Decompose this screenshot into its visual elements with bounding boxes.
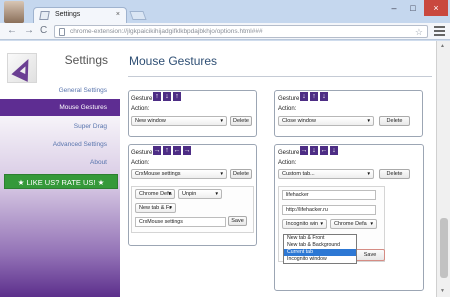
profile-avatar[interactable]: [4, 1, 24, 23]
pin-select[interactable]: Unpin: [178, 189, 222, 199]
scroll-down-icon[interactable]: ▼: [440, 288, 445, 294]
sidebar-item-super-drag[interactable]: Super Drag: [74, 123, 107, 130]
gesture-label: Gesture: [278, 150, 300, 156]
reload-icon[interactable]: C: [40, 25, 47, 37]
arrow-up-icon: ↑: [163, 146, 171, 155]
arrow-down-icon: ↓: [300, 92, 308, 101]
browser-tab-settings[interactable]: Settings ×: [33, 7, 127, 23]
browser-toolbar: ← → C chrome-extension://jlgkpaicikihija…: [0, 23, 450, 40]
custom-action-options: Chrome Defa Unpin New tab & Fr CrxMouse …: [131, 186, 254, 233]
save-button[interactable]: Save: [355, 249, 385, 261]
arrow-right-icon: →: [300, 146, 308, 155]
address-url: chrome-extension://jlgkpaicikihijadgifkl…: [70, 28, 263, 35]
action-label: Action:: [131, 160, 150, 166]
minimize-icon[interactable]: –: [386, 0, 402, 16]
sidebar-item-general-settings[interactable]: General Settings: [59, 87, 107, 94]
extension-page-icon: [39, 11, 50, 20]
tab-position-select[interactable]: New tab & Fr: [135, 203, 176, 213]
dropdown-option-new-tab-background[interactable]: New tab & Background: [284, 242, 356, 249]
dropdown-option-new-tab-front[interactable]: New tab & Front: [284, 235, 356, 242]
sidebar-item-mouse-gestures[interactable]: Mouse Gestures: [0, 99, 120, 116]
crxmouse-logo: [7, 53, 37, 83]
arrow-right-icon: →: [153, 146, 161, 155]
scroll-up-icon[interactable]: ▲: [440, 43, 445, 49]
delete-button[interactable]: Delete: [379, 169, 410, 179]
arrow-down-icon: ↓: [310, 146, 318, 155]
arrow-up-icon: ↑: [173, 92, 181, 101]
page-icon: [59, 28, 65, 36]
dropdown-option-incognito-window[interactable]: Incognito window: [284, 256, 356, 263]
action-select[interactable]: Close window: [278, 116, 374, 126]
chrome-menu-icon[interactable]: [434, 26, 445, 37]
delete-button[interactable]: Delete: [379, 116, 410, 126]
gesture-panel-2: Gesture ↓ ↑ ↓ Action: Close window Delet…: [274, 90, 423, 137]
gesture-panel-4: Gesture → ↓ ← ↓ Action: Custom tab... De…: [274, 144, 424, 291]
action-select[interactable]: Custom tab...: [278, 169, 374, 179]
tab-url-field[interactable]: http://lifehacker.ru: [282, 205, 376, 215]
gesture-label: Gesture: [278, 96, 300, 102]
arrow-down-icon: ↓: [163, 92, 171, 101]
forward-icon[interactable]: →: [24, 25, 34, 37]
open-mode-dropdown[interactable]: New tab & Front New tab & Background Cur…: [283, 234, 357, 264]
mouse-gestures-content: Mouse Gestures Gesture ↑ ↓ ↑ Action: New…: [120, 41, 436, 297]
tab-title-field[interactable]: lifehacker: [282, 190, 376, 200]
title-divider: [128, 76, 432, 77]
save-button[interactable]: Save: [228, 216, 247, 226]
browser-select[interactable]: Chrome Defa: [135, 189, 175, 199]
arrow-up-icon: ↑: [310, 92, 318, 101]
action-select[interactable]: CrxMouse settings: [131, 169, 227, 179]
action-label: Action:: [278, 106, 297, 112]
gesture-label: Gesture: [131, 150, 153, 156]
arrow-right-icon: →: [183, 146, 191, 155]
tab-title: Settings: [55, 11, 81, 18]
sidebar-title: Settings: [64, 53, 108, 67]
gesture-panel-1: Gesture ↑ ↓ ↑ Action: New window Delete: [128, 90, 257, 137]
arrow-down-icon: ↓: [330, 146, 338, 155]
action-select[interactable]: New window: [131, 116, 227, 126]
settings-sidebar: Settings General Settings Mouse Gestures…: [0, 41, 120, 297]
arrow-down-icon: ↓: [320, 92, 328, 101]
arrow-up-icon: ↑: [153, 92, 161, 101]
bookmark-star-icon[interactable]: ☆: [415, 27, 423, 38]
scroll-thumb[interactable]: [440, 218, 448, 278]
action-label: Action:: [131, 106, 150, 112]
address-bar[interactable]: chrome-extension://jlgkpaicikihijadgifkl…: [54, 25, 428, 38]
back-icon[interactable]: ←: [7, 25, 17, 37]
arrow-left-icon: ←: [320, 146, 328, 155]
options-page: Settings General Settings Mouse Gestures…: [0, 41, 450, 297]
delete-button[interactable]: Delete: [230, 116, 252, 126]
browser-title-bar: Settings × – □ ×: [0, 0, 450, 23]
page-scrollbar[interactable]: ▲ ▼: [436, 41, 450, 297]
open-mode-select[interactable]: Incognito win: [282, 219, 327, 229]
gesture-panel-3: Gesture → ↑ ← → Action: CrxMouse setting…: [128, 144, 257, 246]
rate-us-button[interactable]: ★ LIKE US? RATE US! ★: [4, 174, 118, 189]
browser-select[interactable]: Chrome Defa: [330, 219, 377, 229]
delete-button[interactable]: Delete: [230, 169, 252, 179]
dropdown-option-current-tab[interactable]: Current tab: [284, 249, 356, 256]
maximize-icon[interactable]: □: [405, 0, 421, 16]
action-label: Action:: [278, 160, 297, 166]
arrow-left-icon: ←: [173, 146, 181, 155]
tab-close-icon[interactable]: ×: [116, 11, 120, 18]
close-window-icon[interactable]: ×: [424, 0, 448, 16]
new-tab-button[interactable]: [129, 11, 147, 20]
sidebar-item-about[interactable]: About: [90, 159, 107, 166]
page-title: Mouse Gestures: [129, 54, 218, 68]
sidebar-item-advanced-settings[interactable]: Advanced Settings: [53, 141, 107, 148]
settings-name-field[interactable]: CrxMouse settings: [135, 217, 226, 227]
gesture-label: Gesture: [131, 96, 153, 102]
